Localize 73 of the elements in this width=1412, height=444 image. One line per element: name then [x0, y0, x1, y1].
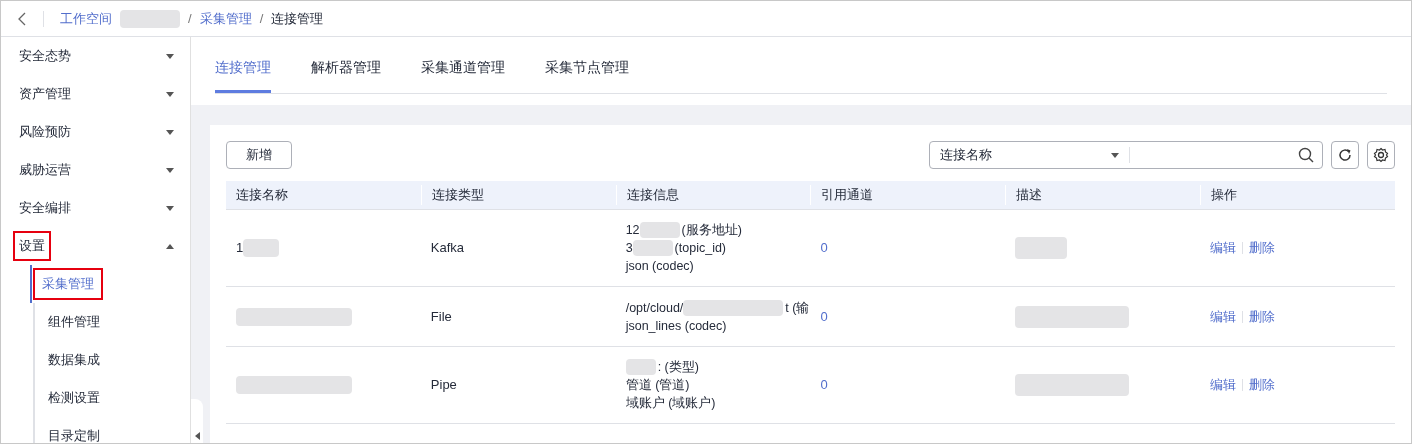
caret-icon [1111, 152, 1119, 158]
column-header: 连接名称 [235, 186, 289, 205]
back-icon[interactable] [17, 11, 27, 26]
gear-icon [1373, 147, 1389, 163]
info-text: : (类型) [657, 359, 699, 376]
info-text: 域账户 (域账户) [625, 395, 716, 412]
info-text: (topic_id) [674, 240, 727, 257]
breadcrumb-separator: / [188, 9, 192, 28]
info-text: t (输 [785, 299, 810, 317]
channel-count-link[interactable]: 0 [810, 306, 1006, 327]
action-link[interactable]: 编辑 [1210, 238, 1237, 258]
column-header: 操作 [1200, 185, 1395, 205]
column-header: 引用通道 [810, 185, 1006, 205]
info-text: json_lines (codec) [625, 317, 727, 335]
menu-label: 安全编排 [18, 199, 72, 218]
table-cell-text: Pipe [429, 376, 458, 395]
tab[interactable]: 采集节点管理 [545, 57, 629, 93]
info-text: json (codec) [625, 258, 694, 275]
column-header: 连接信息 [615, 185, 811, 205]
breadcrumb-separator: / [259, 9, 264, 28]
menu-label: 风险预防 [18, 123, 72, 142]
tab[interactable]: 解析器管理 [311, 57, 381, 93]
channel-count-link[interactable]: 0 [810, 238, 1006, 258]
submenu-item[interactable]: 组件管理 [39, 306, 109, 338]
caret-icon [166, 243, 174, 249]
sidebar-item[interactable]: 安全编排 [1, 189, 190, 227]
caret-icon [166, 205, 174, 211]
table-cell-text: File [429, 307, 453, 326]
info-text: 3 [625, 240, 633, 257]
table-cell-text: 1 [236, 239, 244, 258]
tab[interactable]: 采集通道管理 [421, 57, 505, 93]
search-field[interactable]: 连接名称 [929, 141, 1323, 169]
collapse-arrow-icon [194, 432, 200, 440]
tab[interactable]: 连接管理 [215, 57, 271, 93]
info-text: /opt/cloud/ [625, 299, 684, 317]
sidebar-item[interactable]: 风险预防 [1, 113, 190, 151]
info-text: 管道 (管道) [625, 377, 690, 394]
menu-label: 安全态势 [18, 47, 72, 66]
caret-icon [166, 53, 174, 59]
info-text: (服务地址) [681, 222, 742, 239]
sidebar-item[interactable]: 设置 [1, 227, 190, 265]
refresh-icon [1338, 148, 1352, 162]
breadcrumb-link[interactable]: 采集管理 [199, 8, 252, 29]
menu-label: 资产管理 [18, 85, 72, 104]
column-header: 连接类型 [420, 185, 616, 205]
sidebar-item[interactable]: 威胁运营 [1, 151, 190, 189]
column-header: 描述 [1005, 185, 1201, 205]
menu-label: 设置 [13, 231, 51, 261]
action-link[interactable]: 编辑 [1210, 375, 1237, 395]
caret-icon [166, 167, 174, 173]
action-link[interactable]: 删除 [1249, 238, 1276, 258]
action-link[interactable]: 编辑 [1210, 306, 1237, 327]
menu-label: 威胁运营 [18, 161, 72, 180]
settings-button[interactable] [1367, 141, 1395, 169]
filter-select[interactable]: 连接名称 [930, 147, 1130, 163]
submenu-item[interactable]: 检测设置 [39, 382, 109, 414]
breadcrumb-link[interactable]: 工作空间 [60, 8, 112, 29]
collapse-handle[interactable] [191, 399, 203, 443]
submenu-item[interactable]: 数据集成 [39, 344, 109, 376]
action-link[interactable]: 删除 [1249, 306, 1276, 327]
submenu-item[interactable]: 目录定制 [39, 420, 109, 443]
info-text: 12 [625, 222, 640, 239]
caret-icon [166, 129, 174, 135]
sidebar-item[interactable]: 安全态势 [1, 37, 190, 75]
action-link[interactable]: 删除 [1249, 375, 1276, 395]
sidebar-item[interactable]: 资产管理 [1, 75, 190, 113]
refresh-button[interactable] [1331, 141, 1359, 169]
submenu-item[interactable]: 采集管理 [33, 268, 103, 300]
channel-count-link[interactable]: 0 [810, 375, 1006, 395]
caret-icon [166, 91, 174, 97]
search-icon[interactable] [1298, 147, 1314, 163]
add-button[interactable]: 新增 [226, 141, 292, 169]
table-cell-text: Kafka [429, 239, 466, 258]
